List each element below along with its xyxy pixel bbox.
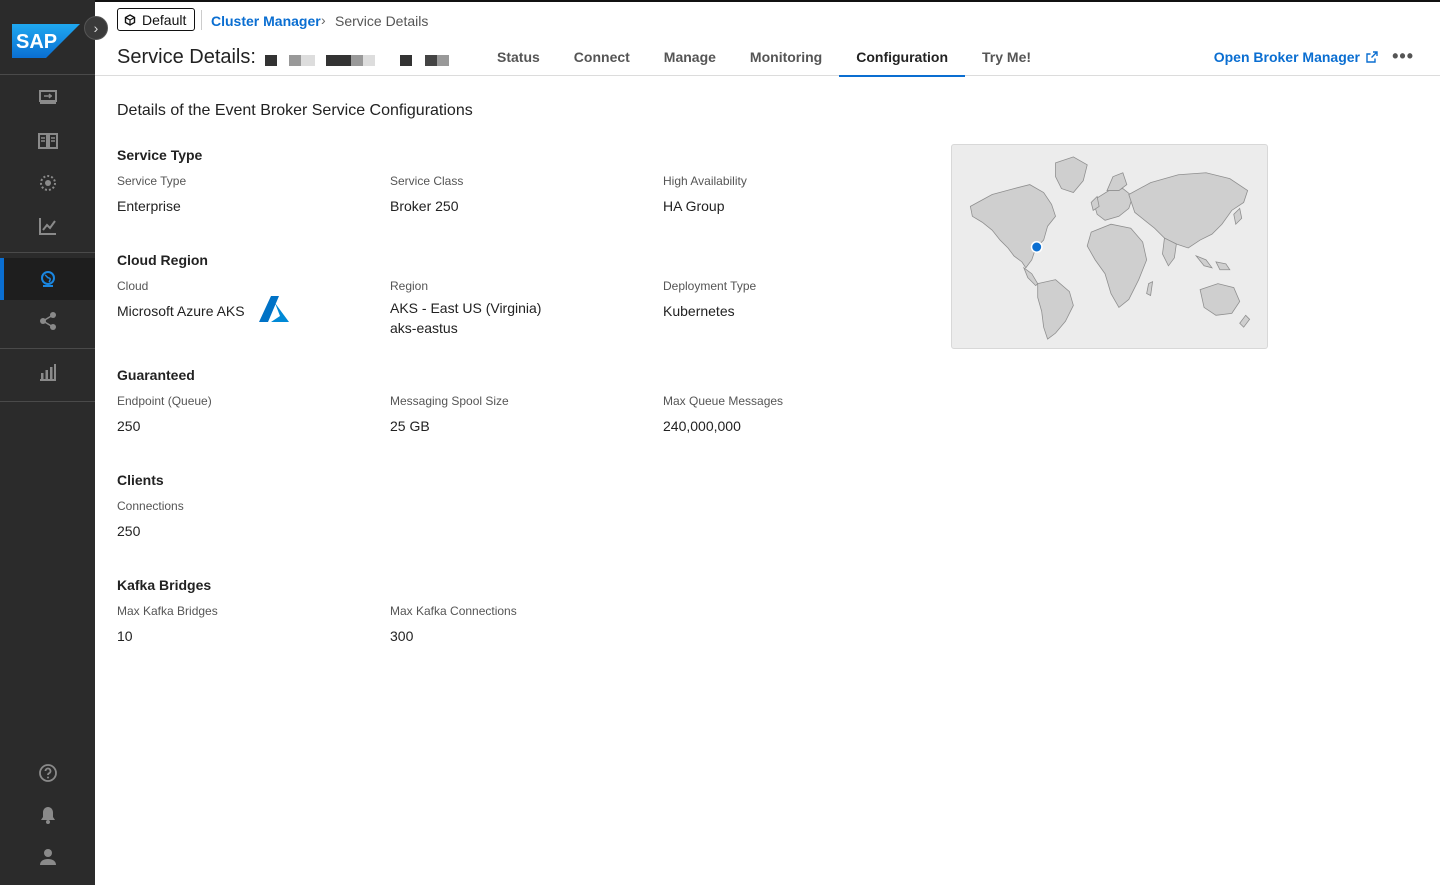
- field-label: High Availability: [663, 174, 747, 188]
- field-value: Kubernetes: [663, 303, 735, 319]
- help-button[interactable]: [0, 752, 95, 794]
- breadcrumb-current: Service Details: [335, 13, 429, 29]
- tab-monitoring[interactable]: Monitoring: [733, 38, 839, 75]
- sidebar-item-broker[interactable]: [0, 76, 95, 118]
- open-broker-manager-label: Open Broker Manager: [1213, 49, 1360, 65]
- section-title-kafka-bridges: Kafka Bridges: [117, 577, 212, 593]
- azure-logo-icon: [259, 296, 289, 322]
- world-map-icon: [969, 156, 1251, 340]
- region-map: [951, 144, 1268, 349]
- sidebar-item-cluster-manager[interactable]: [0, 258, 95, 300]
- field-label: Cloud: [117, 279, 149, 293]
- breadcrumb-cluster-manager[interactable]: Cluster Manager: [211, 13, 321, 29]
- breadcrumb-divider: [201, 10, 202, 30]
- field-messaging-spool-size: Messaging Spool Size 25 GB: [390, 394, 509, 436]
- sidebar-item-reports[interactable]: [0, 351, 95, 393]
- user-button[interactable]: [0, 836, 95, 878]
- field-label: Service Type: [117, 174, 187, 188]
- header: Default Cluster Manager › Service Detail…: [95, 0, 1440, 78]
- field-region: Region AKS - East US (Virginia) aks-east…: [390, 279, 541, 338]
- help-icon: [38, 764, 57, 782]
- region-marker: [1032, 242, 1042, 252]
- section-title-clients: Clients: [117, 472, 164, 488]
- notifications-button[interactable]: [0, 794, 95, 836]
- field-max-kafka-bridges: Max Kafka Bridges 10: [117, 604, 218, 646]
- section-title-cloud-region: Cloud Region: [117, 252, 208, 268]
- external-link-icon: [1366, 51, 1378, 63]
- more-options-button[interactable]: •••: [1392, 46, 1414, 67]
- field-high-availability: High Availability HA Group: [663, 174, 747, 216]
- tab-manage[interactable]: Manage: [647, 38, 733, 75]
- share-icon: [39, 312, 56, 330]
- sidebar-item-designer[interactable]: [0, 162, 95, 204]
- environment-selector[interactable]: Default: [117, 8, 196, 31]
- field-label: Service Class: [390, 174, 464, 188]
- field-label: Max Kafka Bridges: [117, 604, 218, 618]
- sidebar-divider: [0, 401, 95, 402]
- field-value: 250: [117, 418, 141, 434]
- field-service-class: Service Class Broker 250: [390, 174, 463, 216]
- field-label: Messaging Spool Size: [390, 394, 509, 408]
- globe-icon: [40, 271, 55, 287]
- sidebar-toggle-button[interactable]: ›: [84, 16, 108, 40]
- tab-try-me[interactable]: Try Me!: [965, 38, 1048, 75]
- sidebar-item-mesh[interactable]: [0, 300, 95, 342]
- field-value: HA Group: [663, 198, 725, 214]
- field-value: Broker 250: [390, 198, 459, 214]
- bar-chart-icon: [39, 364, 56, 381]
- broker-icon: [38, 90, 57, 104]
- line-chart-icon: [38, 218, 56, 235]
- field-value: 250: [117, 523, 141, 539]
- sap-logo: SAP: [12, 24, 80, 58]
- page-title: Service Details:: [117, 46, 256, 68]
- tab-connect[interactable]: Connect: [557, 38, 647, 75]
- field-label: Endpoint (Queue): [117, 394, 212, 408]
- tab-bar: Status Connect Manage Monitoring Configu…: [480, 38, 1048, 78]
- field-value: 300: [390, 628, 414, 644]
- field-max-kafka-connections: Max Kafka Connections 300: [390, 604, 517, 646]
- field-deployment-type: Deployment Type Kubernetes: [663, 279, 756, 321]
- tab-status[interactable]: Status: [480, 38, 557, 75]
- field-value: 240,000,000: [663, 418, 741, 434]
- environment-label: Default: [142, 11, 187, 28]
- user-icon: [39, 849, 56, 865]
- sidebar-divider: [0, 252, 95, 253]
- field-value: AKS - East US (Virginia): [390, 300, 542, 316]
- sidebar-item-catalog[interactable]: [0, 120, 95, 162]
- chevron-right-icon: ›: [93, 20, 99, 36]
- book-icon: [37, 133, 58, 149]
- tab-configuration[interactable]: Configuration: [839, 38, 965, 77]
- globe-dots-icon: [39, 175, 56, 191]
- field-service-type: Service Type Enterprise: [117, 174, 186, 216]
- field-endpoint-queue: Endpoint (Queue) 250: [117, 394, 212, 436]
- sidebar-divider: [0, 348, 95, 349]
- field-value: 25 GB: [390, 418, 430, 434]
- sidebar: SAP: [0, 0, 95, 885]
- cube-icon: [124, 13, 136, 26]
- field-value: Microsoft Azure AKS: [117, 303, 245, 319]
- chevron-right-icon: ›: [321, 12, 326, 28]
- section-title-guaranteed: Guaranteed: [117, 367, 195, 383]
- sidebar-item-insights[interactable]: [0, 205, 95, 247]
- field-value: Enterprise: [117, 198, 181, 214]
- field-value-secondary: aks-eastus: [390, 320, 458, 336]
- field-cloud: Cloud Microsoft Azure AKS: [117, 279, 245, 321]
- open-broker-manager-link[interactable]: Open Broker Manager: [1214, 49, 1378, 65]
- field-value: 10: [117, 628, 133, 644]
- configuration-heading: Details of the Event Broker Service Conf…: [117, 102, 473, 119]
- field-label: Region: [390, 279, 429, 293]
- field-label: Deployment Type: [663, 279, 757, 293]
- field-max-queue-messages: Max Queue Messages 240,000,000: [663, 394, 783, 436]
- section-title-service-type: Service Type: [117, 147, 203, 163]
- field-label: Max Kafka Connections: [390, 604, 517, 618]
- field-connections: Connections 250: [117, 499, 184, 541]
- bell-icon: [40, 807, 55, 824]
- svg-text:SAP: SAP: [16, 31, 57, 53]
- field-label: Connections: [117, 499, 184, 513]
- sidebar-divider: [0, 74, 95, 75]
- main-content: Details of the Event Broker Service Conf…: [95, 77, 1440, 885]
- field-label: Max Queue Messages: [663, 394, 784, 408]
